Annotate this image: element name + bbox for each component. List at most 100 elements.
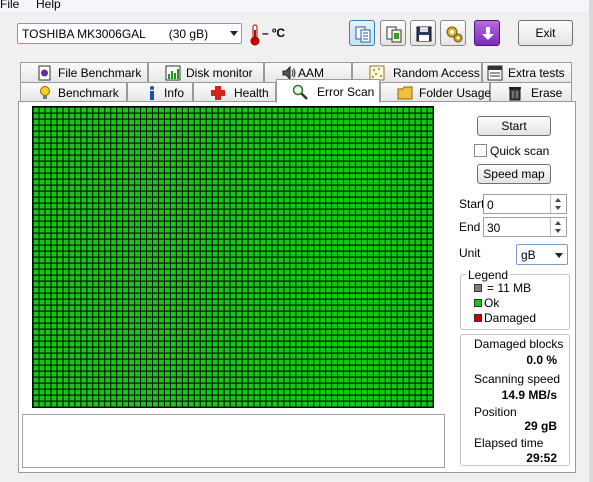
exit-button[interactable]: Exit <box>518 20 573 46</box>
scan-block <box>236 317 242 323</box>
scan-block <box>188 287 194 293</box>
tab-extra-tests[interactable]: Extra tests <box>482 62 572 82</box>
scan-block <box>314 293 320 299</box>
tab-health[interactable]: Health <box>193 82 276 102</box>
scan-block <box>427 365 433 371</box>
scan-block <box>147 341 152 347</box>
scan-block <box>111 257 117 263</box>
scan-block <box>308 299 314 305</box>
scan-block <box>290 305 296 311</box>
save-button[interactable] <box>410 20 436 46</box>
quick-scan-checkbox[interactable] <box>474 144 487 157</box>
scan-block <box>338 185 344 191</box>
scan-block <box>344 107 350 113</box>
scan-block <box>314 329 320 335</box>
speed-map-button[interactable]: Speed map <box>477 164 551 184</box>
spinner-arrows-icon[interactable] <box>550 218 566 236</box>
menu-file[interactable]: File <box>0 0 19 11</box>
scan-block <box>129 209 135 215</box>
scan-block <box>33 359 39 365</box>
scan-block <box>200 155 206 161</box>
scan-block <box>242 347 248 353</box>
scan-block <box>415 185 421 191</box>
scan-block <box>194 353 200 359</box>
scan-block <box>141 197 147 203</box>
scan-block <box>421 341 427 347</box>
tab-info[interactable]: Info <box>127 82 193 102</box>
scan-block <box>176 161 182 167</box>
options-button[interactable] <box>440 20 466 46</box>
scan-block <box>164 263 170 269</box>
scan-block <box>218 179 224 185</box>
menu-help[interactable]: Help <box>36 0 61 11</box>
start-scan-button[interactable]: Start <box>477 116 551 136</box>
end-spinner[interactable]: 30 <box>483 217 567 237</box>
scan-block <box>350 185 355 191</box>
scan-block <box>182 323 188 329</box>
scan-block <box>373 185 379 191</box>
scan-block <box>254 149 260 155</box>
scan-block <box>266 251 272 257</box>
scan-block <box>51 197 57 203</box>
scan-block <box>75 383 81 389</box>
tab-folder-usage[interactable]: Folder Usage <box>380 82 491 102</box>
drive-select[interactable]: TOSHIBA MK3006GAL (30 gB) <box>17 23 242 44</box>
scan-block <box>314 185 320 191</box>
unit-select[interactable]: gB <box>516 244 568 265</box>
scan-block <box>409 341 415 347</box>
scan-block <box>308 317 314 323</box>
scan-block <box>39 149 45 155</box>
start-spinner[interactable]: 0 <box>483 194 567 214</box>
scan-block <box>367 203 373 209</box>
copy-text-button[interactable] <box>349 20 375 46</box>
scan-block <box>153 233 158 239</box>
scan-block <box>320 401 326 407</box>
scan-block <box>206 209 212 215</box>
scan-block <box>373 365 379 371</box>
scan-block <box>57 281 63 287</box>
scan-block <box>147 191 152 197</box>
scan-block <box>218 347 224 353</box>
scan-block <box>63 263 69 269</box>
scan-block <box>224 359 230 365</box>
scan-block <box>200 233 206 239</box>
scan-block <box>123 137 129 143</box>
scan-block <box>326 167 332 173</box>
scan-block <box>57 203 63 209</box>
scan-block <box>63 107 69 113</box>
scan-block <box>308 383 314 389</box>
scan-block <box>278 389 284 395</box>
download-button[interactable] <box>474 20 500 46</box>
scan-block <box>87 119 93 125</box>
tab-benchmark[interactable]: Benchmark <box>20 82 127 102</box>
scan-block <box>75 401 81 407</box>
scan-block <box>194 335 200 341</box>
scan-block <box>350 245 355 251</box>
scan-block <box>164 119 170 125</box>
scan-block <box>117 311 123 317</box>
scan-block <box>51 293 57 299</box>
tab-file-benchmark[interactable]: File Benchmark <box>20 62 148 82</box>
tab-error-scan[interactable]: Error Scan <box>276 79 380 103</box>
scan-block <box>87 209 93 215</box>
scan-block <box>326 173 332 179</box>
tab-disk-monitor[interactable]: Disk monitor <box>148 62 264 82</box>
spinner-arrows-icon[interactable] <box>550 195 566 213</box>
scan-block <box>338 317 344 323</box>
scan-block <box>236 119 242 125</box>
scan-block <box>272 263 278 269</box>
scan-block <box>129 281 135 287</box>
scan-block <box>284 335 290 341</box>
copy-screenshot-button[interactable] <box>380 20 406 46</box>
scan-block <box>93 179 99 185</box>
scan-block <box>218 131 224 137</box>
tab-erase[interactable]: Erase <box>490 82 572 102</box>
scan-block <box>332 131 338 137</box>
scan-block <box>332 371 338 377</box>
scan-block <box>373 359 379 365</box>
legend-title: Legend <box>466 268 511 282</box>
scan-block <box>218 287 224 293</box>
scan-block <box>355 143 361 149</box>
scan-block <box>218 143 224 149</box>
scan-block <box>75 311 81 317</box>
